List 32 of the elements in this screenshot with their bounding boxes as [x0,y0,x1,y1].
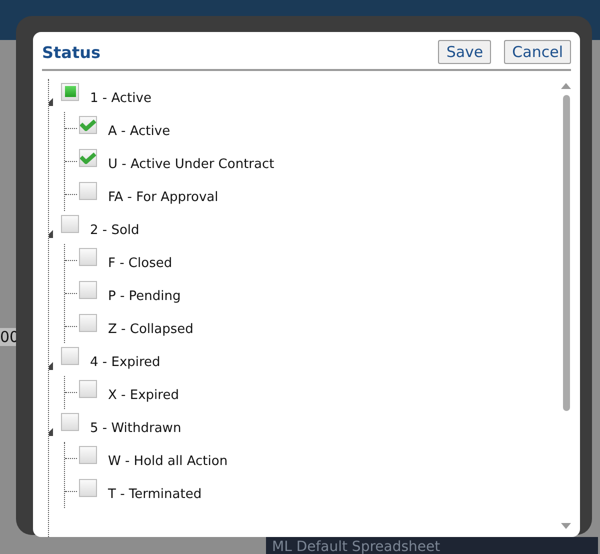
scroll-up-icon[interactable] [561,83,571,89]
tree-item[interactable]: 2 - Sold [90,223,140,238]
tree-item[interactable]: 4 - Expired [90,355,160,370]
tree-item[interactable]: U - Active Under Contract [108,157,274,172]
dialog-title: Status [42,42,101,62]
checkbox[interactable] [79,380,97,398]
checkbox[interactable] [79,446,97,464]
checkbox[interactable] [79,280,97,298]
tree-item[interactable]: 5 - Withdrawn [90,421,182,436]
checkbox[interactable] [79,148,97,166]
checkbox[interactable] [61,412,79,430]
tree-item[interactable]: F - Closed [108,256,172,271]
tree-item[interactable]: X - Expired [108,388,179,403]
dialog-button[interactable]: Save [438,40,492,64]
tree-item[interactable]: 1 - Active [90,91,152,106]
tree-item[interactable]: W - Hold all Action [108,454,228,469]
checkbox[interactable] [61,346,79,364]
tree-item[interactable]: T - Terminated [108,487,202,502]
tree-item[interactable]: A - Active [108,124,170,139]
tree-item[interactable]: FA - For Approval [108,190,218,205]
tree-item[interactable]: Z - Collapsed [108,322,194,337]
checkbox[interactable] [79,314,97,332]
checkbox[interactable] [61,214,79,232]
dialog-button[interactable]: Cancel [504,40,571,64]
checkbox[interactable] [79,182,97,200]
checkbox[interactable] [79,478,97,496]
checkbox[interactable] [79,116,97,134]
tree-item[interactable]: P - Pending [108,289,181,304]
checkbox[interactable] [79,248,97,266]
scroll-down-icon[interactable] [561,523,571,529]
spreadsheet-label: ML Default Spreadsheet [266,537,598,554]
checkbox[interactable] [61,82,79,100]
